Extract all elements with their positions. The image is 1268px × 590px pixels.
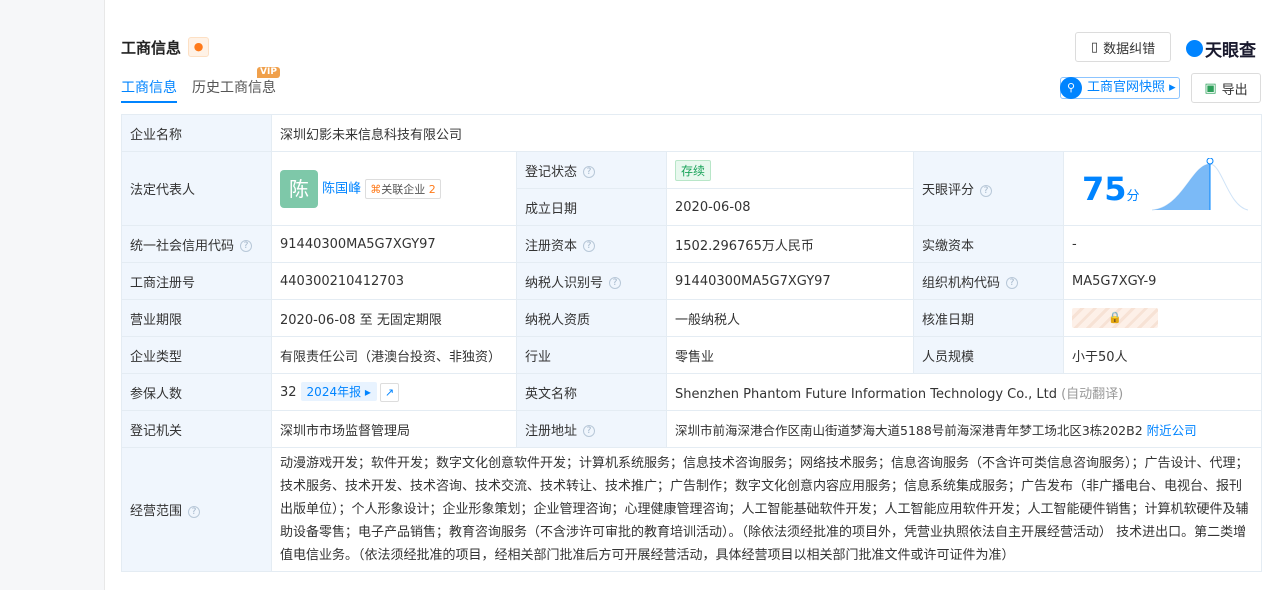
english-name: Shenzhen Phantom Future Information Tech…	[665, 373, 1263, 411]
insured-count: 32 2024年报 ▸ ↗	[271, 373, 517, 411]
business-info-table: 企业名称 深圳幻影未来信息科技有限公司 法定代表人 陈 陈国峰 ⌘关联企业 2 …	[121, 114, 1263, 572]
paid-capital: -	[1062, 225, 1263, 263]
label: 企业类型	[121, 336, 272, 374]
industry: 零售业	[666, 336, 914, 374]
help-icon[interactable]: ?	[1006, 277, 1019, 289]
found-date: 2020-06-08	[666, 188, 914, 226]
table-row: 营业期限 2020-06-08 至 无固定期限 纳税人资质 一般纳税人 核准日期…	[121, 299, 1263, 337]
business-term: 2020-06-08 至 无固定期限	[271, 299, 517, 337]
label: 实缴资本	[913, 225, 1064, 263]
label: 英文名称	[516, 373, 667, 411]
label: 统一社会信用代码?	[121, 225, 272, 263]
label: 登记状态?	[516, 151, 667, 189]
table-row: 企业类型 有限责任公司（港澳台投资、非独资） 行业 零售业 人员规模 小于50人	[121, 336, 1263, 374]
official-snapshot-button[interactable]: ⚲ 工商官网快照 ▸	[1060, 77, 1180, 99]
label: 天眼评分?	[913, 151, 1064, 226]
company-name: 深圳幻影未来信息科技有限公司	[270, 114, 1263, 152]
left-sidebar	[0, 0, 105, 590]
label: 企业名称	[121, 114, 272, 152]
help-icon[interactable]: ?	[609, 277, 622, 289]
table-row: 参保人数 32 2024年报 ▸ ↗ 英文名称 Shenzhen Phantom F…	[121, 373, 1263, 411]
bell-icon[interactable]: ●	[188, 37, 209, 57]
help-icon[interactable]: ?	[583, 240, 596, 252]
legal-rep-cell: 陈 陈国峰 ⌘关联企业 2	[271, 151, 517, 226]
credit-code: 91440300MA5G7XGY97	[271, 225, 517, 263]
label: 纳税人识别号?	[516, 262, 667, 300]
company-type: 有限责任公司（港澳台投资、非独资）	[271, 336, 517, 374]
section-title: 工商信息	[121, 39, 182, 57]
tianyancha-logo: 天眼查	[1186, 36, 1256, 61]
approve-date: 🔒	[1062, 299, 1263, 337]
tax-qualification: 一般纳税人	[666, 299, 914, 337]
legal-rep-link[interactable]: 陈国峰	[322, 181, 361, 196]
help-icon[interactable]: ?	[583, 425, 596, 437]
avatar: 陈	[280, 169, 318, 208]
label: 注册资本?	[516, 225, 667, 263]
help-icon[interactable]: ?	[980, 184, 993, 197]
excel-icon: ▣	[1204, 80, 1217, 96]
related-companies-button[interactable]: ⌘关联企业 2	[365, 178, 441, 199]
network-icon: ⌘	[370, 182, 382, 196]
label: 人员规模	[913, 336, 1064, 374]
label: 营业期限	[121, 299, 272, 337]
reg-address: 深圳市前海深港合作区南山街道梦海大道5188号前海深港青年梦工场北区3栋202B…	[665, 410, 1263, 448]
org-code: MA5G7XGY-9	[1062, 262, 1263, 300]
tab-business-info[interactable]: 工商信息	[121, 77, 177, 103]
help-icon[interactable]: ?	[583, 166, 596, 178]
nearby-companies-link[interactable]: 附近公司	[1147, 423, 1197, 438]
reg-authority: 深圳市市场监督管理局	[271, 410, 517, 448]
table-row: 经营范围? 动漫游戏开发；软件开发；数字文化创意软件开发；计算机系统服务；信息技…	[121, 447, 1263, 572]
taxpayer-id: 91440300MA5G7XGY97	[666, 262, 914, 300]
logo-icon	[1186, 40, 1203, 57]
label: 登记机关	[121, 410, 272, 448]
label: 成立日期	[516, 188, 667, 226]
reg-status: 存续	[666, 151, 914, 189]
table-row: 工商注册号 440300210412703 纳税人识别号? 91440300MA…	[121, 262, 1263, 300]
label: 纳税人资质	[516, 299, 667, 337]
stamp-icon: ⚲	[1060, 77, 1082, 99]
label: 经营范围?	[121, 447, 272, 572]
table-row: 统一社会信用代码? 91440300MA5G7XGY97 注册资本? 1502.…	[121, 225, 1263, 263]
label: 参保人数	[121, 373, 272, 411]
export-button[interactable]: ▣ 导出	[1191, 73, 1261, 103]
table-row: 法定代表人 陈 陈国峰 ⌘关联企业 2 登记状态? 存续 天眼评分? 75分	[121, 151, 1263, 226]
label: 核准日期	[913, 299, 1064, 337]
score-distribution-chart[interactable]	[1151, 157, 1248, 220]
reg-no: 440300210412703	[271, 262, 517, 300]
table-row: 企业名称 深圳幻影未来信息科技有限公司	[121, 114, 1263, 152]
data-correction-button[interactable]: ▯ 数据纠错	[1075, 32, 1171, 62]
reg-capital: 1502.296765万人民币	[666, 225, 914, 263]
table-row: 登记机关 深圳市市场监督管理局 注册地址? 深圳市前海深港合作区南山街道梦海大道…	[121, 410, 1263, 448]
label: 行业	[516, 336, 667, 374]
trend-chart-icon[interactable]: ↗	[379, 383, 399, 402]
status-badge: 存续	[675, 159, 712, 181]
help-icon[interactable]: ?	[240, 240, 253, 252]
label: 组织机构代码?	[913, 262, 1064, 300]
score-value: 75分	[1082, 169, 1140, 208]
annual-report-button[interactable]: 2024年报 ▸	[300, 382, 377, 401]
document-icon: ▯	[1090, 39, 1099, 55]
business-scope: 动漫游戏开发；软件开发；数字文化创意软件开发；计算机系统服务；信息技术咨询服务；…	[270, 447, 1263, 572]
help-icon[interactable]: ?	[188, 505, 201, 518]
score-cell: 75分	[1062, 151, 1263, 226]
label: 工商注册号	[121, 262, 272, 300]
lock-icon[interactable]: 🔒	[1072, 308, 1158, 328]
label: 注册地址?	[516, 410, 667, 448]
staff-size: 小于50人	[1062, 336, 1263, 374]
vip-badge: VIP	[257, 67, 280, 78]
tab-history-business-info[interactable]: 历史工商信息	[192, 77, 276, 97]
label: 法定代表人	[121, 151, 272, 226]
